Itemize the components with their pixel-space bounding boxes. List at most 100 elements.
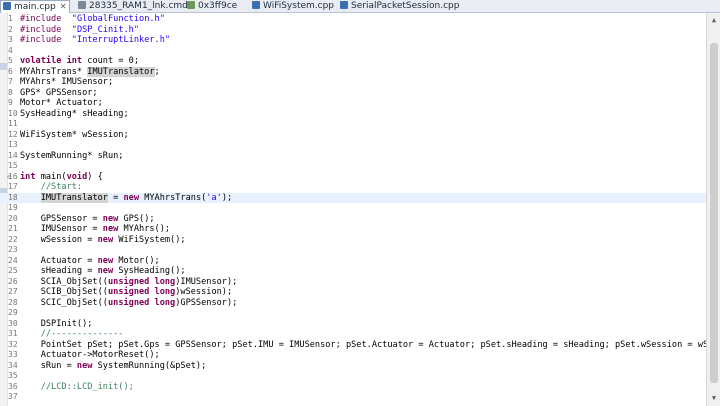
code-token: = [107, 192, 124, 203]
string-token: "InterruptLinker.h" [71, 35, 171, 45]
code-line[interactable]: 26 SCIA_ObjSet((unsigned long)IMUSensor)… [0, 277, 706, 288]
code-line[interactable]: 2 #include "DSP_Cinit.h" [0, 25, 706, 36]
code-line[interactable]: 34 sRun = new SystemRunning(&pSet); [0, 361, 706, 372]
code-token: )IMUSensor); [175, 276, 238, 287]
code-line[interactable]: 27 SCIB_ObjSet((unsigned long)wSession); [0, 287, 706, 298]
code-line[interactable]: 37 [0, 392, 706, 403]
keyword-token: int [20, 171, 36, 182]
code-token: ; [154, 66, 160, 77]
disassembly-icon [187, 1, 195, 9]
code-line[interactable]: 10 SysHeading* sHeading; [0, 109, 706, 120]
code-text: PointSet pSet; pSet.Gps = GPSSensor; pSe… [20, 340, 706, 351]
code-token: sHeading = [20, 266, 98, 276]
code-line[interactable]: 30 DSPInit(); [0, 319, 706, 330]
code-text: #include "DSP_Cinit.h" [20, 25, 139, 36]
cpp-file-icon [252, 1, 260, 9]
code-text: SCIC_ObjSet((unsigned long)GPSSensor); [20, 297, 238, 309]
tab-1[interactable]: 28335_RAM1_lnk.cmd [76, 0, 188, 12]
highlighted-token: IMUTranslator [40, 192, 108, 203]
code-line[interactable]: 5 volatile int count = 0; [0, 56, 706, 67]
tab-4[interactable]: SerialPacketSession.cpp [338, 0, 459, 12]
code-token: )wSession); [175, 287, 233, 297]
code-line[interactable]: 14 SystemRunning* sRun; [0, 151, 706, 162]
scroll-down-icon[interactable]: ▼ [709, 393, 719, 403]
cpp-file-icon [3, 2, 11, 10]
code-text: int main(void) { [20, 172, 103, 183]
keyword-token: new [76, 360, 93, 371]
code-line[interactable]: 32 PointSet pSet; pSet.Gps = GPSSensor; … [0, 340, 706, 351]
code-line[interactable]: 20 GPSSensor = new GPS(); [0, 214, 706, 225]
code-token: IMUSensor = [20, 224, 103, 234]
tab-3[interactable]: WiFiSystem.cpp [250, 0, 335, 12]
code-line[interactable]: 29 [0, 308, 706, 319]
keyword-token: void [66, 171, 88, 182]
line-number: 37 [8, 392, 18, 401]
code-line[interactable]: 3 #include "InterruptLinker.h" [0, 35, 706, 46]
code-text: #include "GlobalFunction.h" [20, 14, 165, 25]
scrollbar-thumb[interactable] [710, 43, 718, 383]
tab-0[interactable]: main.cpp ✕ [0, 0, 70, 13]
code-line[interactable]: 13 [0, 140, 706, 151]
code-token: SystemRunning(&pSet); [92, 360, 207, 371]
code-line[interactable]: 36 //LCD::LCD_init(); [0, 382, 706, 393]
scroll-up-icon[interactable]: ▲ [709, 15, 719, 25]
line-number: 23 [8, 245, 18, 254]
code-line[interactable]: 15 [0, 161, 706, 172]
code-line[interactable]: 8 GPS* GPSSensor; [0, 88, 706, 99]
code-token: GPSSensor = [20, 213, 103, 224]
code-line[interactable]: 19 [0, 203, 706, 214]
string-token: "DSP_Cinit.h" [71, 24, 140, 35]
code-token: Motor(); [113, 255, 160, 266]
editor-tab-bar: main.cpp ✕ 28335_RAM1_lnk.cmd 0x3ff9ce WiFiS… [0, 0, 720, 13]
keyword-token: volatile int [20, 56, 83, 66]
tab-label: WiFiSystem.cpp [263, 1, 335, 11]
code-text: SysHeading* sHeading; [20, 109, 129, 120]
code-token: Motor* Actuator; [20, 98, 103, 108]
code-line[interactable]: 23 [0, 245, 706, 256]
tab-label: 0x3ff9ce [198, 1, 238, 11]
line-number: 11 [8, 119, 18, 128]
code-line[interactable]: 4 [0, 46, 706, 57]
code-line[interactable]: 9 Motor* Actuator; [0, 98, 706, 109]
code-line[interactable]: 35 [0, 371, 706, 382]
code-line[interactable]: 1 #include "GlobalFunction.h" [0, 14, 706, 25]
tab-label: 28335_RAM1_lnk.cmd [89, 1, 188, 11]
code-text: DSPInit(); [20, 319, 93, 330]
code-token: main( [35, 171, 67, 182]
preprocessor-token: #include [20, 35, 62, 45]
code-line[interactable]: 11 [0, 119, 706, 130]
code-text: SCIB_ObjSet((unsigned long)wSession); [20, 287, 232, 298]
code-text: MYAhrs* IMUSensor; [20, 77, 113, 88]
code-line[interactable]: 21 IMUSensor = new MYAhrs(); [0, 224, 706, 235]
code-line[interactable]: 24 Actuator = new Motor(); [0, 256, 706, 267]
code-text: SCIA_ObjSet((unsigned long)IMUSensor); [20, 276, 238, 288]
code-line[interactable]: 12 WiFiSystem* wSession; [0, 130, 706, 141]
code-line[interactable]: 7 MYAhrs* IMUSensor; [0, 77, 706, 88]
code-line[interactable]: 28 SCIC_ObjSet((unsigned long)GPSSensor)… [0, 298, 706, 309]
line-number: 35 [8, 371, 18, 380]
code-editor[interactable]: 1 #include "GlobalFunction.h" 2 #include "D… [0, 13, 706, 406]
code-line[interactable]: 22 wSession = new WiFiSystem(); [0, 235, 706, 246]
code-text: Actuator->MotorReset(); [20, 350, 160, 361]
code-line[interactable]: 31 //-------------- [0, 329, 706, 340]
code-token: MYAhrsTrans( [139, 192, 207, 203]
close-icon[interactable]: ✕ [60, 2, 67, 11]
code-token: SystemRunning* sRun; [20, 150, 124, 161]
vertical-scrollbar[interactable]: ▲ ▼ [706, 13, 720, 406]
code-token: WiFiSystem(); [113, 234, 186, 245]
line-number: 29 [8, 308, 18, 317]
code-line[interactable]: 17 //Start: [0, 182, 706, 193]
comment-token: //-------------- [40, 329, 124, 339]
code-line[interactable]: 6 MYAhrsTrans* IMUTranslator; [0, 66, 706, 78]
code-line[interactable]: 25 sHeading = new SysHeading(); [0, 266, 706, 277]
code-line[interactable]: 18 IMUTranslator = new MYAhrsTrans('a'); [0, 192, 706, 203]
keyword-token: new [97, 234, 114, 245]
code-line[interactable]: 33 Actuator->MotorReset(); [0, 350, 706, 361]
code-text: Motor* Actuator; [20, 98, 103, 109]
tab-2[interactable]: 0x3ff9ce [185, 0, 243, 12]
keyword-token: unsigned long [107, 297, 176, 308]
code-text: GPS* GPSSensor; [20, 88, 98, 99]
code-line[interactable]: ⊖ 16 int main(void) { [0, 172, 706, 183]
